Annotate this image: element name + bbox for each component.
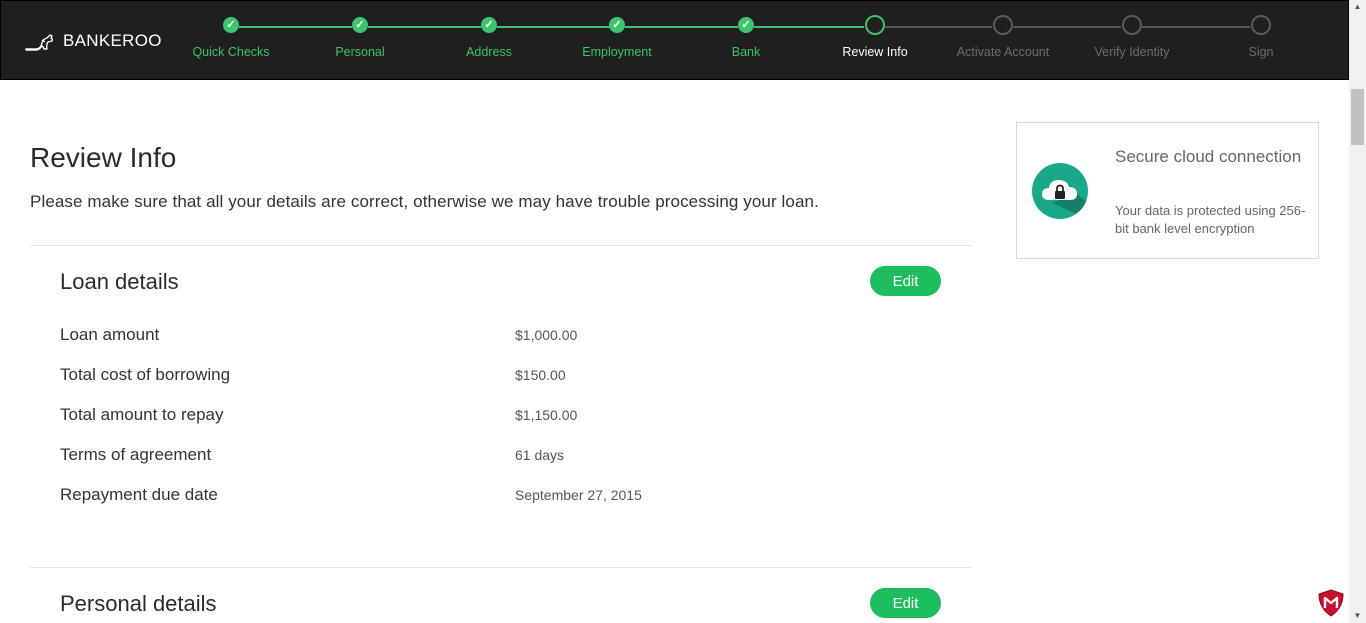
row-value: $150.00 bbox=[515, 367, 566, 383]
step-label: Bank bbox=[731, 45, 761, 59]
scroll-down-arrow-icon[interactable]: ▼ bbox=[1349, 609, 1366, 623]
step-label: Review Info bbox=[842, 45, 908, 59]
personal-details-heading: Personal details bbox=[60, 591, 217, 616]
loan-row: Total cost of borrowing $150.00 bbox=[60, 365, 940, 389]
check-icon: ✓ bbox=[352, 17, 368, 33]
step-verify-identity: Verify Identity bbox=[1067, 15, 1197, 59]
step-label: Address bbox=[466, 45, 512, 59]
cloud-lock-graphic bbox=[1042, 180, 1088, 219]
row-label: Loan amount bbox=[60, 325, 160, 344]
loan-row: Loan amount $1,000.00 bbox=[60, 325, 940, 349]
page-title: Review Info bbox=[30, 142, 177, 173]
scrollbar-thumb[interactable] bbox=[1351, 89, 1364, 145]
mcafee-shield-icon[interactable] bbox=[1316, 588, 1346, 618]
step-label: Verify Identity bbox=[1094, 45, 1170, 59]
step-pending-marker bbox=[993, 15, 1013, 35]
progress-stepper: ✓ Quick Checks ✓ Personal ✓ Address ✓ Em… bbox=[1, 1, 1350, 81]
edit-personal-details-button[interactable]: Edit bbox=[870, 588, 941, 618]
step-quick-checks[interactable]: ✓ Quick Checks bbox=[166, 17, 296, 59]
section-divider bbox=[30, 567, 971, 568]
row-value: $1,150.00 bbox=[515, 407, 578, 423]
check-icon: ✓ bbox=[738, 17, 754, 33]
section-divider bbox=[30, 245, 971, 246]
loan-details-heading: Loan details bbox=[60, 269, 179, 294]
row-value: 61 days bbox=[515, 447, 565, 463]
loan-row: Terms of agreement 61 days bbox=[60, 445, 940, 469]
check-icon: ✓ bbox=[223, 17, 239, 33]
loan-row: Total amount to repay $1,150.00 bbox=[60, 405, 940, 429]
secure-connection-card: Secure cloud connection Your data is pro… bbox=[1016, 122, 1319, 259]
step-personal[interactable]: ✓ Personal bbox=[295, 17, 425, 59]
step-bank[interactable]: ✓ Bank bbox=[681, 17, 811, 59]
check-icon: ✓ bbox=[481, 17, 497, 33]
step-employment[interactable]: ✓ Employment bbox=[552, 17, 682, 59]
step-pending-marker bbox=[1251, 15, 1271, 35]
edit-loan-details-button[interactable]: Edit bbox=[870, 266, 941, 296]
step-sign: Sign bbox=[1196, 15, 1326, 59]
row-label: Total cost of borrowing bbox=[60, 365, 231, 384]
page-intro: Please make sure that all your details a… bbox=[30, 192, 819, 211]
row-label: Total amount to repay bbox=[60, 405, 224, 424]
step-label: Employment bbox=[582, 45, 652, 59]
step-label: Personal bbox=[335, 45, 385, 59]
step-label: Quick Checks bbox=[192, 45, 270, 59]
scroll-up-arrow-icon[interactable]: ▲ bbox=[1349, 0, 1366, 14]
check-icon: ✓ bbox=[609, 17, 625, 33]
row-label: Repayment due date bbox=[60, 485, 218, 504]
row-label: Terms of agreement bbox=[60, 445, 212, 464]
step-label: Sign bbox=[1248, 45, 1274, 59]
page-scrollbar[interactable]: ▲ ▼ bbox=[1349, 0, 1366, 623]
top-bar: BANKEROO ✓ Quick Checks ✓ Personal ✓ Add… bbox=[0, 0, 1349, 80]
row-value: September 27, 2015 bbox=[515, 487, 642, 503]
loan-row: Repayment due date September 27, 2015 bbox=[60, 485, 940, 509]
step-activate-account: Activate Account bbox=[938, 15, 1068, 59]
step-label: Activate Account bbox=[956, 45, 1050, 59]
secure-card-description: Your data is protected using 256-bit ban… bbox=[1115, 203, 1306, 236]
step-current-marker bbox=[865, 15, 885, 35]
step-pending-marker bbox=[1122, 15, 1142, 35]
row-value: $1,000.00 bbox=[515, 327, 578, 343]
cloud-lock-icon bbox=[1032, 163, 1088, 219]
step-address[interactable]: ✓ Address bbox=[424, 17, 554, 59]
secure-card-title: Secure cloud connection bbox=[1115, 147, 1302, 166]
step-review-info[interactable]: Review Info bbox=[810, 15, 940, 59]
